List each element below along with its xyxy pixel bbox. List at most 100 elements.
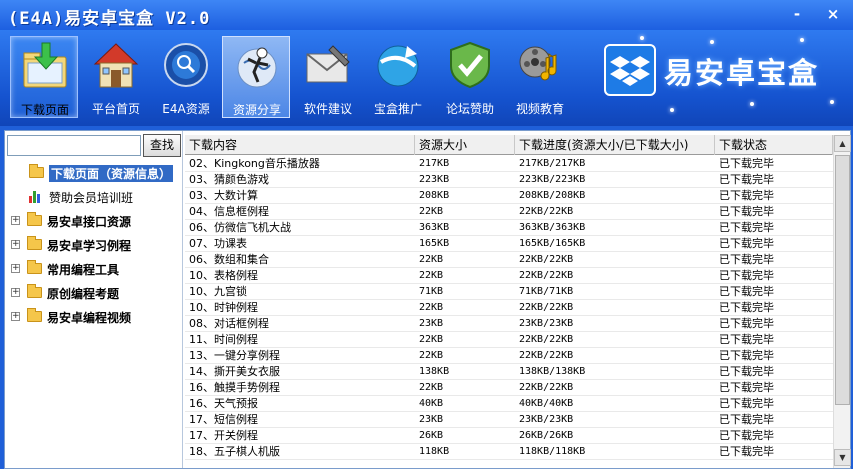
search-input[interactable] (7, 135, 141, 156)
cell-size: 138KB (419, 366, 450, 377)
cell-size: 23KB (419, 318, 444, 329)
table-row[interactable]: 10、九宫锁 71KB 71KB/71KB 已下载完毕 (185, 284, 833, 300)
cell-status: 已下载完毕 (719, 397, 774, 410)
column-header-progress[interactable]: 下载进度(资源大小/已下载大小) (515, 135, 715, 155)
cell-content: 04、信息框例程 (189, 205, 269, 218)
scroll-up-icon[interactable]: ▲ (834, 135, 851, 152)
cell-status: 已下载完毕 (719, 157, 774, 170)
window-title: (E4A)易安卓宝盒 V2.0 (8, 9, 211, 29)
table-row[interactable]: 18、五子棋人机版 118KB 118KB/118KB 已下载完毕 (185, 444, 833, 460)
expand-icon[interactable]: + (11, 240, 20, 249)
table-row[interactable]: 16、触摸手势例程 22KB 22KB/22KB 已下载完毕 (185, 380, 833, 396)
expand-icon[interactable]: + (11, 264, 20, 273)
expand-icon[interactable]: + (11, 288, 20, 297)
toolbar-download-page[interactable]: 下载页面 (10, 36, 78, 118)
table-row[interactable]: 07、功课表 165KB 165KB/165KB 已下载完毕 (185, 236, 833, 252)
tree-item-learning-examples[interactable]: + 易安卓学习例程 (5, 235, 183, 255)
cell-status: 已下载完毕 (719, 285, 774, 298)
column-header-content[interactable]: 下载内容 (185, 135, 415, 155)
table-header: 下载内容 资源大小 下载进度(资源大小/已下载大小) 下载状态 (185, 135, 833, 155)
cell-status: 已下载完毕 (719, 221, 774, 234)
minimize-button[interactable]: - (786, 4, 808, 24)
cell-progress: 71KB/71KB (519, 286, 574, 297)
tree-item-label: 易安卓学习例程 (47, 239, 132, 253)
tree-item-label: 易安卓编程视频 (47, 311, 132, 325)
scroll-down-icon[interactable]: ▼ (834, 449, 851, 466)
table-row[interactable]: 10、时钟例程 22KB 22KB/22KB 已下载完毕 (185, 300, 833, 316)
table-row[interactable]: 03、大数计算 208KB 208KB/208KB 已下载完毕 (185, 188, 833, 204)
toolbar-platform-home[interactable]: 平台首页 (82, 36, 150, 118)
cell-content: 10、九宫锁 (189, 285, 247, 298)
table-row[interactable]: 02、Kingkong音乐播放器 217KB 217KB/217KB 已下载完毕 (185, 156, 833, 172)
scroll-thumb[interactable] (835, 155, 850, 405)
shield-check-icon (450, 41, 490, 89)
vertical-scrollbar[interactable]: ▲ ▼ (833, 135, 851, 468)
toolbar-resource-share[interactable]: 资源分享 (222, 36, 290, 118)
cell-size: 26KB (419, 430, 444, 441)
table-row[interactable]: 17、短信例程 23KB 23KB/23KB 已下载完毕 (185, 412, 833, 428)
table-row[interactable]: 08、对话框例程 23KB 23KB/23KB 已下载完毕 (185, 316, 833, 332)
cell-size: 23KB (419, 414, 444, 425)
table-row[interactable]: 16、天气预报 40KB 40KB/40KB 已下载完毕 (185, 396, 833, 412)
cell-content: 17、短信例程 (189, 413, 258, 426)
folder-icon (29, 164, 44, 178)
tree-item-label: 易安卓接口资源 (47, 215, 132, 229)
toolbar-video-education[interactable]: 视频教育 (506, 36, 574, 118)
table-row[interactable]: 11、时间例程 22KB 22KB/22KB 已下载完毕 (185, 332, 833, 348)
tree-item-sponsor-training[interactable]: 赞助会员培训班 (5, 187, 183, 207)
brand-area: 易安卓宝盒 (600, 30, 853, 126)
cell-size: 22KB (419, 206, 444, 217)
table-row[interactable]: 06、数组和集合 22KB 22KB/22KB 已下载完毕 (185, 252, 833, 268)
toolbar-software-suggestion[interactable]: 软件建议 (294, 36, 362, 118)
cell-status: 已下载完毕 (719, 237, 774, 250)
expand-icon[interactable]: + (11, 216, 20, 225)
cell-content: 02、Kingkong音乐播放器 (189, 157, 320, 170)
sparkle (710, 40, 714, 44)
cell-size: 165KB (419, 238, 450, 249)
cell-size: 22KB (419, 270, 444, 281)
promotion-globe-icon (377, 45, 419, 87)
toolbar-e4a-resources[interactable]: E4A资源 (152, 36, 220, 118)
download-folder-icon (23, 42, 67, 88)
cell-progress: 118KB/118KB (519, 446, 586, 457)
cell-content: 03、猜颜色游戏 (189, 173, 269, 186)
table-row[interactable]: 14、撕开美女衣服 138KB 138KB/138KB 已下载完毕 (185, 364, 833, 380)
toolbar-forum-sponsor[interactable]: 论坛赞助 (436, 36, 504, 118)
cell-content: 16、触摸手势例程 (189, 381, 280, 394)
cell-status: 已下载完毕 (719, 253, 774, 266)
cell-size: 22KB (419, 350, 444, 361)
cell-status: 已下载完毕 (719, 333, 774, 346)
column-header-status[interactable]: 下载状态 (715, 135, 833, 155)
table-row[interactable]: 03、猜颜色游戏 223KB 223KB/223KB 已下载完毕 (185, 172, 833, 188)
cell-progress: 22KB/22KB (519, 350, 574, 361)
cell-content: 06、仿微信飞机大战 (189, 221, 291, 234)
cell-progress: 22KB/22KB (519, 382, 574, 393)
cell-progress: 23KB/23KB (519, 414, 574, 425)
cell-status: 已下载完毕 (719, 413, 774, 426)
folder-icon (27, 236, 42, 250)
tree-item-label: 下载页面（资源信息） (49, 165, 174, 182)
tree-item-download-page[interactable]: 下载页面（资源信息） (5, 163, 183, 183)
table-row[interactable]: 13、一键分享例程 22KB 22KB/22KB 已下载完毕 (185, 348, 833, 364)
cell-size: 22KB (419, 382, 444, 393)
table-row[interactable]: 06、仿微信飞机大战 363KB 363KB/363KB 已下载完毕 (185, 220, 833, 236)
cell-progress: 22KB/22KB (519, 334, 574, 345)
cell-status: 已下载完毕 (719, 205, 774, 218)
cell-size: 363KB (419, 222, 450, 233)
toolbar-box-promotion[interactable]: 宝盒推广 (364, 36, 432, 118)
folder-icon (27, 260, 42, 274)
tree-item-original-questions[interactable]: + 原创编程考题 (5, 283, 183, 303)
expand-icon[interactable]: + (11, 312, 20, 321)
toolbar-label: 论坛赞助 (445, 102, 494, 116)
tree-item-interface-resources[interactable]: + 易安卓接口资源 (5, 211, 183, 231)
cell-progress: 363KB/363KB (519, 222, 586, 233)
table-row[interactable]: 17、开关例程 26KB 26KB/26KB 已下载完毕 (185, 428, 833, 444)
column-header-size[interactable]: 资源大小 (415, 135, 515, 155)
table-row[interactable]: 04、信息框例程 22KB 22KB/22KB 已下载完毕 (185, 204, 833, 220)
toolbar-label: E4A资源 (162, 102, 210, 116)
close-button[interactable]: × (822, 4, 844, 24)
tree-item-programming-videos[interactable]: + 易安卓编程视频 (5, 307, 183, 327)
table-row[interactable]: 10、表格例程 22KB 22KB/22KB 已下载完毕 (185, 268, 833, 284)
search-button[interactable]: 查找 (143, 134, 181, 157)
tree-item-programming-tools[interactable]: + 常用编程工具 (5, 259, 183, 279)
